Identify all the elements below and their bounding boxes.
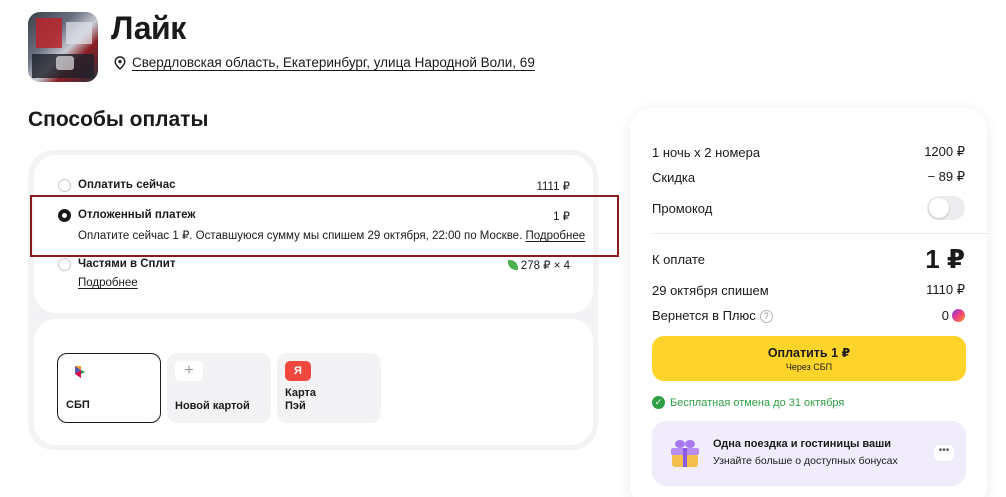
order-summary-card: 1 ночь х 2 номера 1200 ₽ Скидка − 89 ₽ П…: [630, 108, 987, 497]
to-pay-label: К оплате: [652, 252, 706, 267]
method-new-card[interactable]: + Новой картой: [167, 353, 271, 423]
free-cancellation-text: Бесплатная отмена до 31 октября: [670, 396, 845, 409]
location-pin-icon: [114, 55, 126, 70]
promo-title: Одна поездка и гостиницы ваши: [713, 438, 892, 450]
method-label-line2: Пэй: [285, 400, 306, 412]
plus-row: Вернется в Плюс? 0: [652, 308, 965, 323]
sbp-icon: [66, 362, 94, 382]
option-price: 1111 ₽: [536, 181, 570, 193]
promo-subtitle: Узнайте больше о доступных бонусах: [713, 455, 898, 467]
nights-row: 1 ночь х 2 номера 1200 ₽: [652, 144, 965, 160]
charge-row: 29 октября спишем 1110 ₽: [652, 282, 965, 298]
option-price: 278 ₽ × 4: [507, 258, 570, 272]
split-price-text: 278 ₽ × 4: [520, 260, 570, 272]
plus-label-wrap: Вернется в Плюс?: [652, 308, 773, 323]
plus-label: Вернется в Плюс: [652, 308, 756, 323]
method-label: Новой картой: [175, 400, 250, 412]
hotel-name: Лайк: [111, 10, 186, 46]
plus-icon: +: [175, 361, 203, 381]
pay-button-label: Оплатить 1 ₽: [767, 346, 851, 360]
hotel-address[interactable]: Свердловская область, Екатеринбург, улиц…: [114, 55, 535, 70]
nights-label: 1 ночь х 2 номера: [652, 144, 761, 160]
yandex-pay-icon: Я: [285, 361, 311, 381]
option-label: Частями в Сплит: [78, 258, 176, 270]
more-options-icon[interactable]: •••: [934, 445, 954, 461]
plus-points-icon: [952, 309, 965, 322]
help-icon[interactable]: ?: [759, 310, 773, 323]
radio-pay-now[interactable]: [58, 179, 71, 192]
discount-label: Скидка: [652, 169, 696, 185]
discount-row: Скидка − 89 ₽: [652, 169, 965, 185]
method-label-line1: Карта: [285, 387, 317, 399]
promo-code-row: Промокод: [652, 196, 965, 220]
method-label: Карта Пэй: [285, 387, 316, 413]
method-label: СБП: [66, 399, 90, 411]
to-pay-row: К оплате 1 ₽: [652, 244, 965, 275]
option-description: Подробнее: [78, 277, 138, 289]
charge-value: 1110 ₽: [926, 282, 965, 297]
promo-code-label: Промокод: [652, 200, 713, 216]
address-link[interactable]: Свердловская область, Екатеринбург, улиц…: [132, 55, 535, 70]
bonus-promo-banner[interactable]: Одна поездка и гостиницы ваши Узнайте бо…: [652, 421, 966, 486]
plus-value-wrap: 0: [942, 308, 965, 323]
plus-value: 0: [941, 308, 949, 323]
promo-code-toggle[interactable]: [927, 196, 965, 220]
payment-section-title: Способы оплаты: [28, 108, 209, 131]
pay-button[interactable]: Оплатить 1 ₽ Через СБП: [652, 336, 966, 381]
method-sbp[interactable]: СБП: [57, 353, 161, 423]
charge-label: 29 октября спишем: [652, 282, 769, 298]
free-cancellation-note: ✓ Бесплатная отмена до 31 октября: [652, 396, 844, 409]
pay-button-sublabel: Через СБП: [785, 362, 833, 372]
summary-divider: [652, 233, 987, 234]
radio-split[interactable]: [58, 258, 71, 271]
to-pay-value: 1 ₽: [925, 244, 965, 274]
check-circle-icon: ✓: [652, 396, 665, 409]
nights-value: 1200 ₽: [924, 144, 965, 159]
highlight-annotation-box: [30, 195, 619, 257]
discount-value: − 89 ₽: [927, 169, 965, 184]
method-yandex-pay[interactable]: Я Карта Пэй: [277, 353, 381, 423]
split-leaf-icon: [507, 260, 518, 270]
hotel-photo[interactable]: [28, 12, 98, 82]
option-label: Оплатить сейчас: [78, 179, 176, 191]
gift-icon: [671, 440, 699, 467]
split-more-link[interactable]: Подробнее: [78, 277, 138, 289]
